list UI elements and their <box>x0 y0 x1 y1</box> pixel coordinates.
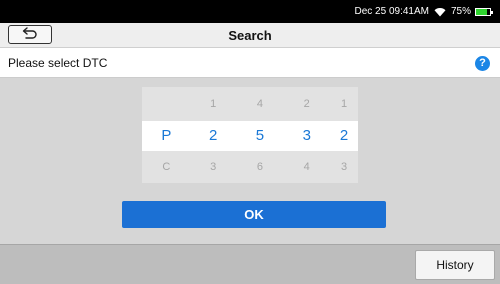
picker-row-selected: P 2 5 3 2 <box>142 121 358 151</box>
back-arrow-icon <box>22 26 38 44</box>
status-bar: Dec 25 09:41AM 75% <box>0 0 500 23</box>
battery-icon <box>475 7 493 16</box>
help-icon[interactable]: ? <box>475 56 490 71</box>
status-datetime: Dec 25 09:41AM <box>354 6 429 17</box>
picker-cell[interactable] <box>143 87 190 121</box>
main-area: 1 4 2 1 P 2 5 3 2 C 3 6 4 3 OK <box>0 78 500 244</box>
picker-cell[interactable]: 4 <box>237 87 284 121</box>
ok-button[interactable]: OK <box>122 201 386 228</box>
battery-fill <box>476 8 487 15</box>
picker-cell[interactable]: 4 <box>283 151 330 183</box>
picker-row-above: 1 4 2 1 <box>142 87 358 121</box>
title-bar: Search <box>0 23 500 48</box>
battery-percent: 75% <box>450 6 471 17</box>
picker-cell[interactable]: 1 <box>330 87 358 121</box>
battery-nub <box>491 10 493 14</box>
bottom-bar: History <box>0 244 500 284</box>
picker-cell[interactable]: 3 <box>330 151 358 183</box>
picker-cell[interactable]: 6 <box>237 151 284 183</box>
prompt-bar: Please select DTC ? <box>0 48 500 78</box>
picker-row-below: C 3 6 4 3 <box>142 151 358 183</box>
prompt-text: Please select DTC <box>8 56 108 70</box>
picker-selected-cell[interactable]: 3 <box>283 121 330 151</box>
picker-cell[interactable]: 2 <box>283 87 330 121</box>
picker-selected-cell[interactable]: P <box>143 121 190 151</box>
picker-cell[interactable]: 1 <box>190 87 237 121</box>
dtc-picker: 1 4 2 1 P 2 5 3 2 C 3 6 4 3 <box>142 87 358 183</box>
picker-selected-cell[interactable]: 5 <box>237 121 284 151</box>
history-button[interactable]: History <box>415 250 495 280</box>
page-title: Search <box>228 28 272 43</box>
wifi-icon <box>434 7 446 17</box>
picker-cell[interactable]: 3 <box>190 151 237 183</box>
picker-selected-cell[interactable]: 2 <box>190 121 237 151</box>
picker-selected-cell[interactable]: 2 <box>330 121 358 151</box>
picker-cell[interactable]: C <box>143 151 190 183</box>
back-button[interactable] <box>8 25 52 44</box>
